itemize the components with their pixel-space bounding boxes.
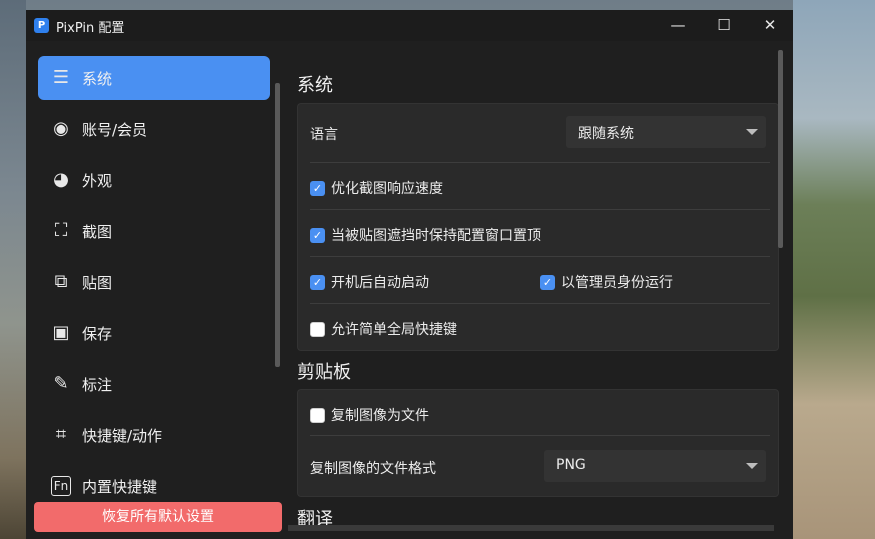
title-bar[interactable]: P PixPin 配置 — ☐ ✕ [26,10,793,41]
language-label: 语言 [310,127,338,143]
checkbox-checked-icon: ✓ [310,180,325,196]
settings-content: 系统 语言 跟随系统 ✓ 优化截图响应速度 ✓ 当被贴图遮挡时保持配置窗口置顶 … [288,41,793,539]
sidebar-item-label: 内置快捷键 [82,478,158,496]
sidebar-item-label: 外观 [82,172,113,190]
simple-global-hotkey-label: 允许简单全局快捷键 [331,322,457,338]
sidebar-item-label: 贴图 [82,274,113,292]
sidebar-item-label: 账号/会员 [82,121,148,139]
content-scrollbar[interactable] [778,50,783,248]
section-title-system: 系统 [297,75,333,96]
sidebar: ☰ 系统 ◉ 账号/会员 ◕ 外观 ⛶ 截图 ⧉ 贴图 ▣ 保存 ✎ 标注 ⌗ [26,41,284,539]
checkbox-checked-icon: ✓ [540,274,555,290]
keep-config-top-checkbox[interactable]: ✓ 当被贴图遮挡时保持配置窗口置顶 [310,225,541,245]
palette-icon: ◕ [53,169,69,190]
desktop-wallpaper-right [793,0,875,539]
close-button[interactable]: ✕ [747,10,793,41]
horizontal-scrollbar[interactable] [288,525,774,531]
maximize-button[interactable]: ☐ [701,10,747,41]
autostart-label: 开机后自动启动 [331,275,429,291]
language-select-value: 跟随系统 [578,126,634,142]
section-title-clipboard: 剪贴板 [297,362,351,383]
checkbox-checked-icon: ✓ [310,274,325,290]
sidebar-scrollbar[interactable] [275,83,280,367]
autostart-checkbox[interactable]: ✓ 开机后自动启动 [310,272,429,292]
save-icon: ▣ [52,322,70,343]
optimize-speed-label: 优化截图响应速度 [331,181,443,197]
window-title: PixPin 配置 [56,21,125,36]
divider [310,162,770,163]
screenshot-icon: ⛶ [54,220,68,241]
settings-window: P PixPin 配置 — ☐ ✕ ☰ 系统 ◉ 账号/会员 ◕ 外观 ⛶ 截图… [26,10,793,539]
copy-format-label: 复制图像的文件格式 [310,461,436,477]
checkbox-unchecked-icon [310,407,325,423]
sidebar-item-save[interactable]: ▣ 保存 [38,311,270,355]
sidebar-item-label: 截图 [82,223,113,241]
user-icon: ◉ [53,118,69,139]
chevron-down-icon [746,463,758,469]
system-settings-card: 语言 跟随系统 ✓ 优化截图响应速度 ✓ 当被贴图遮挡时保持配置窗口置顶 ✓ 开… [297,103,779,351]
sidebar-item-screenshot[interactable]: ⛶ 截图 [38,209,270,253]
sidebar-item-label: 保存 [82,325,113,343]
optimize-speed-checkbox[interactable]: ✓ 优化截图响应速度 [310,178,443,198]
divider [310,256,770,257]
sidebar-item-label: 标注 [82,376,113,394]
divider [310,209,770,210]
sliders-icon: ☰ [52,67,70,88]
copy-format-select-value: PNG [556,457,586,473]
sidebar-item-pin[interactable]: ⧉ 贴图 [38,260,270,304]
fn-key-icon: Fn [51,476,71,496]
pencil-icon: ✎ [53,373,69,394]
copy-as-file-checkbox[interactable]: 复制图像为文件 [310,405,429,425]
checkbox-unchecked-icon [310,321,325,337]
minimize-button[interactable]: — [655,10,701,41]
divider [310,435,770,436]
sidebar-item-system[interactable]: ☰ 系统 [38,56,270,100]
sidebar-item-label: 快捷键/动作 [82,427,163,445]
run-as-admin-checkbox[interactable]: ✓ 以管理员身份运行 [540,272,673,292]
copy-format-select[interactable]: PNG [544,450,766,482]
reset-defaults-button[interactable]: 恢复所有默认设置 [34,502,282,532]
divider [310,303,770,304]
hashtag-icon: ⌗ [55,424,67,445]
sidebar-item-appearance[interactable]: ◕ 外观 [38,158,270,202]
clipboard-settings-card: 复制图像为文件 复制图像的文件格式 PNG [297,389,779,497]
run-as-admin-label: 以管理员身份运行 [561,275,673,291]
sidebar-item-account[interactable]: ◉ 账号/会员 [38,107,270,151]
language-select[interactable]: 跟随系统 [566,116,766,148]
sidebar-item-label: 系统 [82,70,113,88]
keep-config-top-label: 当被贴图遮挡时保持配置窗口置顶 [331,228,541,244]
chevron-down-icon [746,129,758,135]
pin-image-icon: ⧉ [54,271,68,292]
pixpin-logo-icon: P [34,18,49,33]
checkbox-checked-icon: ✓ [310,227,325,243]
desktop-wallpaper-left [0,0,26,539]
sidebar-item-annotate[interactable]: ✎ 标注 [38,362,270,406]
copy-as-file-label: 复制图像为文件 [331,408,429,424]
sidebar-item-hotkeys[interactable]: ⌗ 快捷键/动作 [38,413,270,457]
simple-global-hotkey-checkbox[interactable]: 允许简单全局快捷键 [310,319,457,339]
